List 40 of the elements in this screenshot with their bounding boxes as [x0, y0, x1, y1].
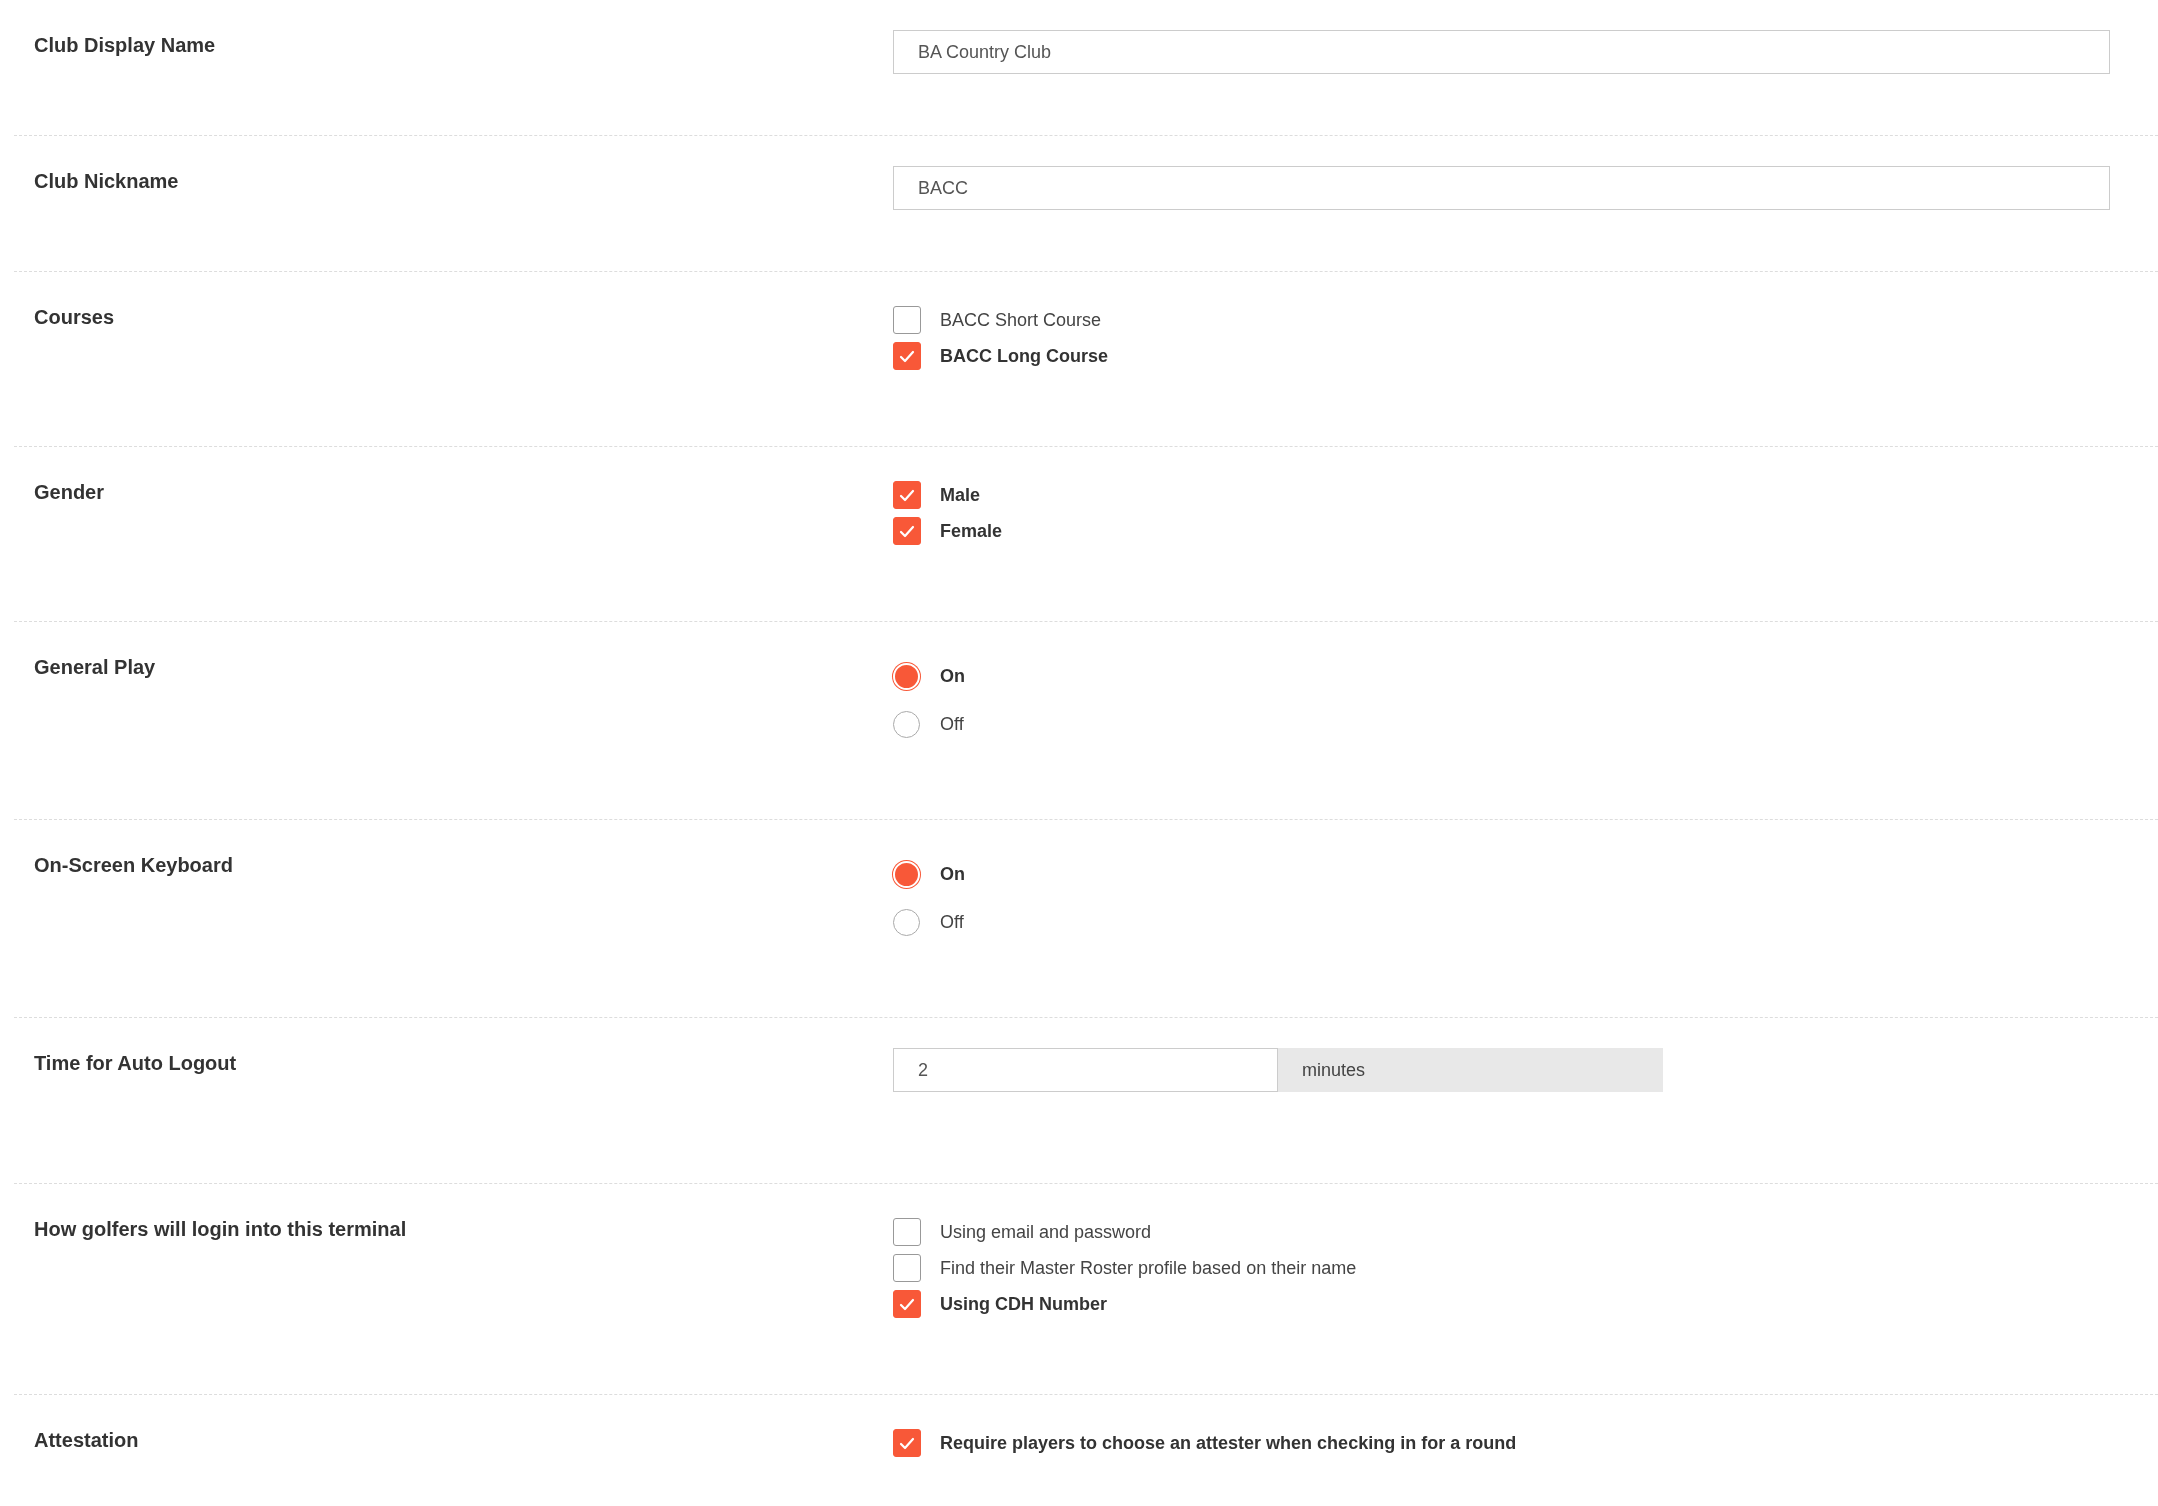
- checkbox-label[interactable]: Using email and password: [940, 1218, 1152, 1246]
- setting-label: How golfers will login into this terminal: [33, 1217, 408, 1242]
- setting-label: Attestation: [33, 1428, 140, 1453]
- setting-label: Gender: [33, 480, 106, 505]
- check-icon: [899, 524, 915, 538]
- text-field[interactable]: BA Country Club: [893, 30, 2110, 74]
- checkbox[interactable]: [893, 1254, 921, 1282]
- radio-label[interactable]: Off: [940, 710, 964, 738]
- checkbox-label[interactable]: BACC Short Course: [940, 306, 1102, 334]
- checkbox[interactable]: [893, 1218, 921, 1246]
- checkbox[interactable]: [893, 481, 921, 509]
- radio-button[interactable]: [893, 710, 920, 738]
- checkbox[interactable]: [893, 1290, 921, 1318]
- number-field[interactable]: 2: [893, 1048, 1278, 1092]
- checkbox-label[interactable]: BACC Long Course: [940, 342, 1108, 370]
- setting-label: Club Display Name: [33, 33, 217, 58]
- radio-label[interactable]: On: [940, 662, 965, 690]
- check-icon: [899, 488, 915, 502]
- setting-label: Courses: [33, 305, 116, 330]
- setting-label: Time for Auto Logout: [33, 1051, 238, 1076]
- check-icon: [899, 1297, 915, 1311]
- checkbox-label[interactable]: Using CDH Number: [940, 1290, 1107, 1318]
- setting-label: General Play: [33, 655, 157, 680]
- unit-label: minutes: [1278, 1048, 1663, 1092]
- check-icon: [899, 349, 915, 363]
- checkbox-label[interactable]: Require players to choose an attester when checking in for a round: [940, 1429, 1517, 1457]
- checkbox[interactable]: [893, 306, 921, 334]
- text-field[interactable]: BACC: [893, 166, 2110, 210]
- checkbox-label[interactable]: Male: [940, 481, 981, 509]
- check-icon: [899, 1436, 915, 1450]
- radio-button[interactable]: [893, 908, 920, 936]
- checkbox-label[interactable]: Find their Master Roster profile based on their name: [940, 1254, 1357, 1282]
- radio-label[interactable]: Off: [940, 908, 964, 936]
- checkbox[interactable]: [893, 342, 921, 370]
- setting-label: On-Screen Keyboard: [33, 853, 234, 878]
- checkbox-label[interactable]: Female: [940, 517, 1003, 545]
- checkbox[interactable]: [893, 517, 921, 545]
- radio-label[interactable]: On: [940, 860, 965, 888]
- setting-label: Club Nickname: [33, 169, 180, 194]
- checkbox[interactable]: [893, 1429, 921, 1457]
